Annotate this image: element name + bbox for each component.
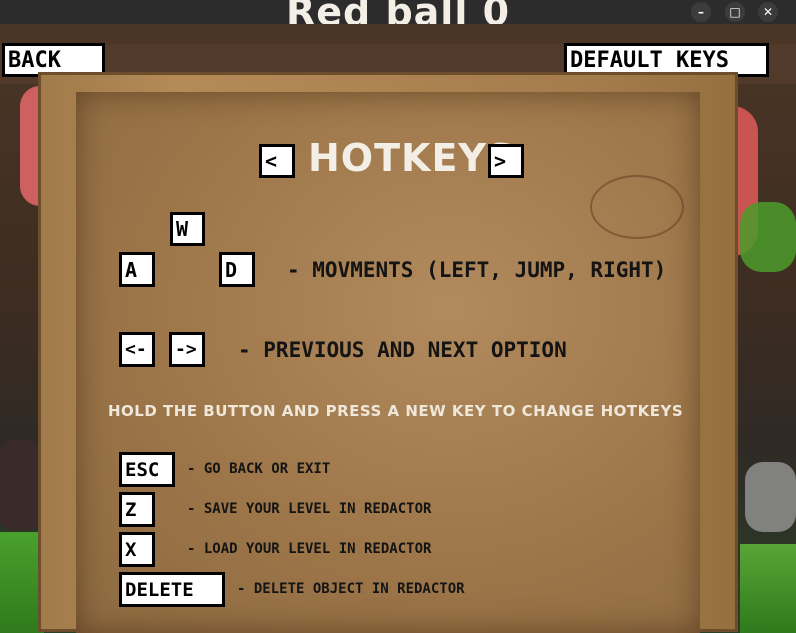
key-previous-option[interactable]: <- bbox=[119, 332, 155, 367]
key-jump[interactable]: W bbox=[170, 212, 205, 246]
background-bush bbox=[740, 202, 796, 272]
close-icon[interactable]: ✕ bbox=[758, 2, 778, 22]
binding-description: - DELETE OBJECT IN REDACTOR bbox=[237, 581, 465, 597]
options-description: - PREVIOUS AND NEXT OPTION bbox=[238, 338, 567, 362]
binding-description: - LOAD YOUR LEVEL IN REDACTOR bbox=[187, 541, 432, 557]
next-page-button[interactable]: > bbox=[488, 144, 524, 178]
key-x[interactable]: X bbox=[119, 532, 155, 567]
minimize-icon[interactable]: – bbox=[691, 2, 711, 22]
maximize-icon[interactable]: □ bbox=[725, 2, 745, 22]
movement-description: - MOVMENTS (LEFT, JUMP, RIGHT) bbox=[287, 258, 667, 282]
key-esc[interactable]: ESC bbox=[119, 452, 175, 487]
binding-description: - GO BACK OR EXIT bbox=[187, 461, 331, 477]
prev-page-button[interactable]: < bbox=[259, 144, 295, 178]
background-rock bbox=[745, 462, 796, 532]
key-left[interactable]: A bbox=[119, 252, 155, 287]
binding-description: - SAVE YOUR LEVEL IN REDACTOR bbox=[187, 501, 432, 517]
key-delete[interactable]: DELETE bbox=[119, 572, 225, 607]
key-next-option[interactable]: -> bbox=[169, 332, 205, 367]
window-title: Red ball 0 bbox=[285, 0, 511, 34]
key-z[interactable]: Z bbox=[119, 492, 155, 527]
wood-knot bbox=[590, 175, 684, 239]
panel-title: HOTKEYS bbox=[308, 136, 516, 180]
key-right[interactable]: D bbox=[219, 252, 255, 287]
background-grass bbox=[740, 544, 796, 633]
background-monster bbox=[0, 440, 40, 530]
rebind-hint: HOLD THE BUTTON AND PRESS A NEW KEY TO C… bbox=[108, 402, 684, 420]
window-titlebar: Red ball 0 – □ ✕ bbox=[0, 0, 796, 34]
